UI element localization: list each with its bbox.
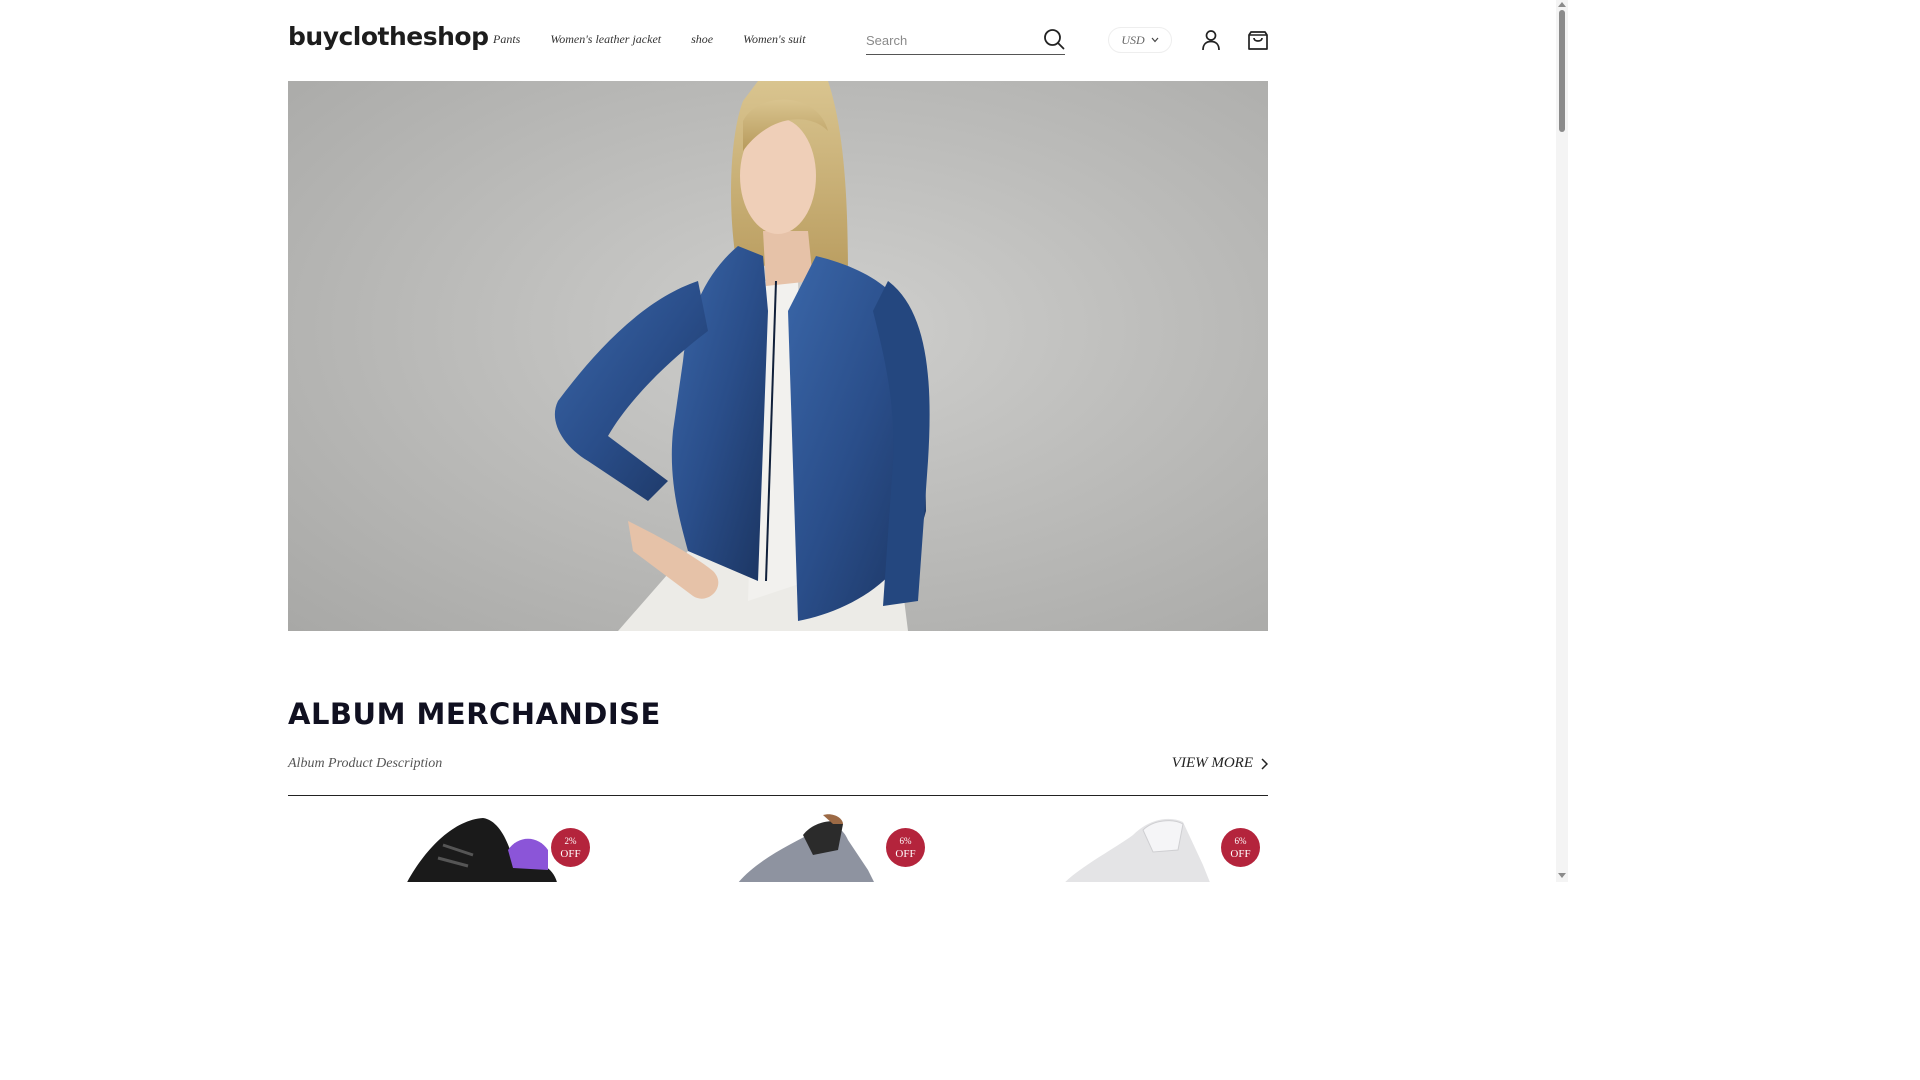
chevron-right-icon xyxy=(1261,757,1268,770)
product-list: 2% OFF 6% OFF 6% OFF xyxy=(288,810,1268,882)
discount-percent: 6% xyxy=(899,835,912,846)
view-more-label: VIEW MORE xyxy=(1171,755,1253,771)
discount-off: OFF xyxy=(1230,847,1251,860)
nav-item-womens-leather-jacket[interactable]: Women's leather jacket xyxy=(550,32,661,47)
main-nav: Pants Women's leather jacket shoe Women'… xyxy=(493,32,806,47)
scroll-down-arrow[interactable] xyxy=(1558,873,1566,878)
search-icon[interactable] xyxy=(1043,28,1065,50)
cart-icon[interactable] xyxy=(1247,29,1269,51)
user-icon[interactable] xyxy=(1200,29,1222,51)
section-description: Album Product Description xyxy=(288,756,443,771)
product-card[interactable]: 6% OFF xyxy=(973,810,1268,882)
scroll-up-arrow[interactable] xyxy=(1558,2,1566,7)
site-header: buyclotheshop Pants Women's leather jack… xyxy=(288,0,1268,80)
product-card[interactable]: 2% OFF xyxy=(303,810,603,882)
site-logo[interactable]: buyclotheshop xyxy=(288,22,489,51)
currency-label: USD xyxy=(1121,32,1145,47)
discount-badge: 6% OFF xyxy=(886,828,925,867)
page-scrollbar[interactable] xyxy=(1556,0,1568,882)
currency-selector[interactable]: USD xyxy=(1108,27,1172,53)
nav-item-womens-suit[interactable]: Women's suit xyxy=(743,32,805,47)
nav-item-pants[interactable]: Pants xyxy=(493,32,520,47)
search-input[interactable] xyxy=(866,30,1036,50)
nav-item-shoe[interactable]: shoe xyxy=(691,32,713,47)
section-title: ALBUM MERCHANDISE xyxy=(288,697,661,731)
discount-badge: 6% OFF xyxy=(1221,828,1260,867)
discount-badge: 2% OFF xyxy=(551,828,590,867)
hero-banner[interactable] xyxy=(288,81,1268,631)
discount-off: OFF xyxy=(560,847,581,860)
search-bar xyxy=(866,26,1065,55)
product-card[interactable]: 6% OFF xyxy=(638,810,938,882)
discount-off: OFF xyxy=(895,847,916,860)
chevron-down-icon xyxy=(1151,37,1159,43)
scrollbar-thumb[interactable] xyxy=(1559,10,1565,132)
discount-percent: 6% xyxy=(1234,835,1247,846)
view-more-link[interactable]: VIEW MORE xyxy=(1172,755,1268,772)
discount-percent: 2% xyxy=(564,835,577,846)
hero-image xyxy=(554,81,930,631)
section-divider xyxy=(288,795,1268,796)
